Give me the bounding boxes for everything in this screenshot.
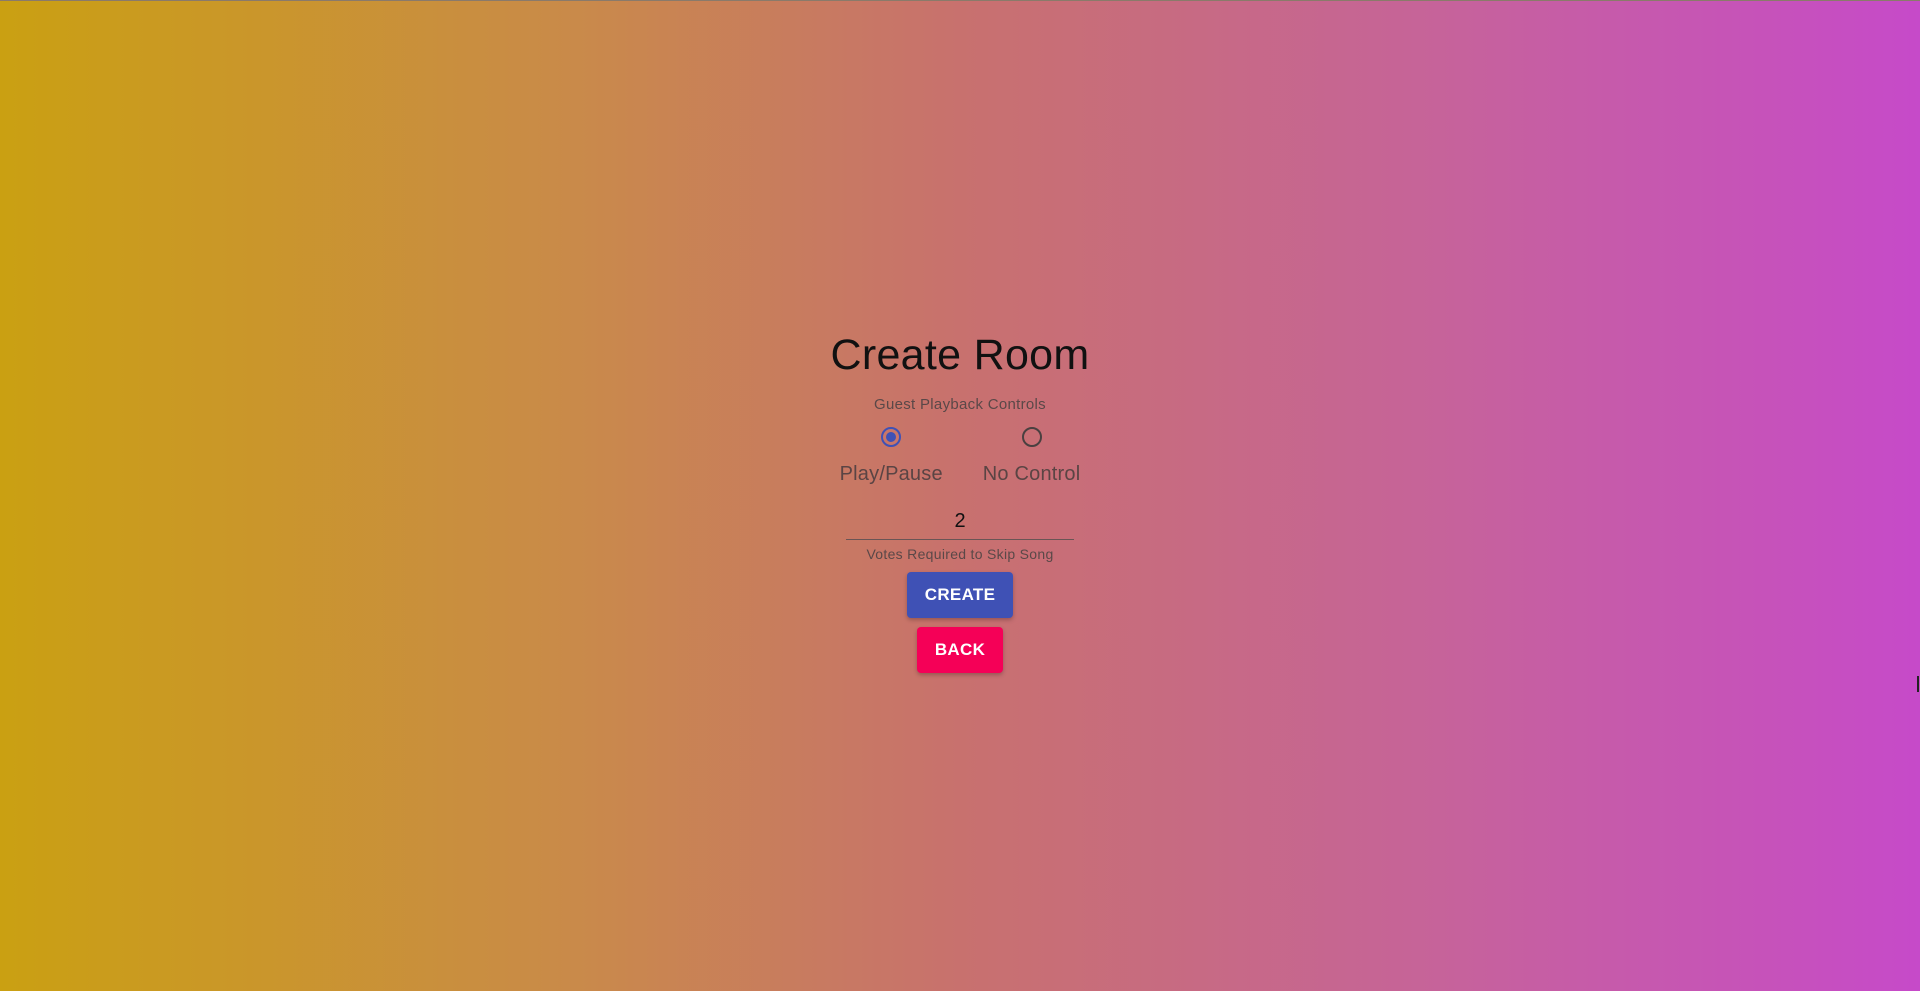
- radio-label-no-control: No Control: [982, 463, 1081, 485]
- votes-input[interactable]: [846, 508, 1074, 540]
- radio-unchecked-icon[interactable]: [1021, 427, 1042, 447]
- playback-radio-group: Play/Pause No Control: [840, 427, 1081, 486]
- votes-field: Votes Required to Skip Song: [846, 508, 1074, 562]
- votes-helper-text: Votes Required to Skip Song: [866, 546, 1054, 562]
- page-title: Create Room: [830, 331, 1090, 379]
- radio-checked-icon[interactable]: [881, 427, 902, 447]
- radio-dot-icon: [886, 432, 897, 442]
- top-border-line: [0, 0, 1920, 1]
- back-button[interactable]: BACK: [917, 627, 1003, 673]
- playback-controls-label: Guest Playback Controls: [874, 396, 1046, 413]
- text-cursor-icon: [1917, 676, 1919, 692]
- radio-option-no-control[interactable]: No Control: [983, 427, 1081, 486]
- create-room-form: Create Room Guest Playback Controls Play…: [0, 326, 1920, 673]
- radio-label-play-pause: Play/Pause: [839, 463, 943, 485]
- create-button[interactable]: CREATE: [907, 572, 1013, 618]
- radio-option-play-pause[interactable]: Play/Pause: [840, 427, 943, 486]
